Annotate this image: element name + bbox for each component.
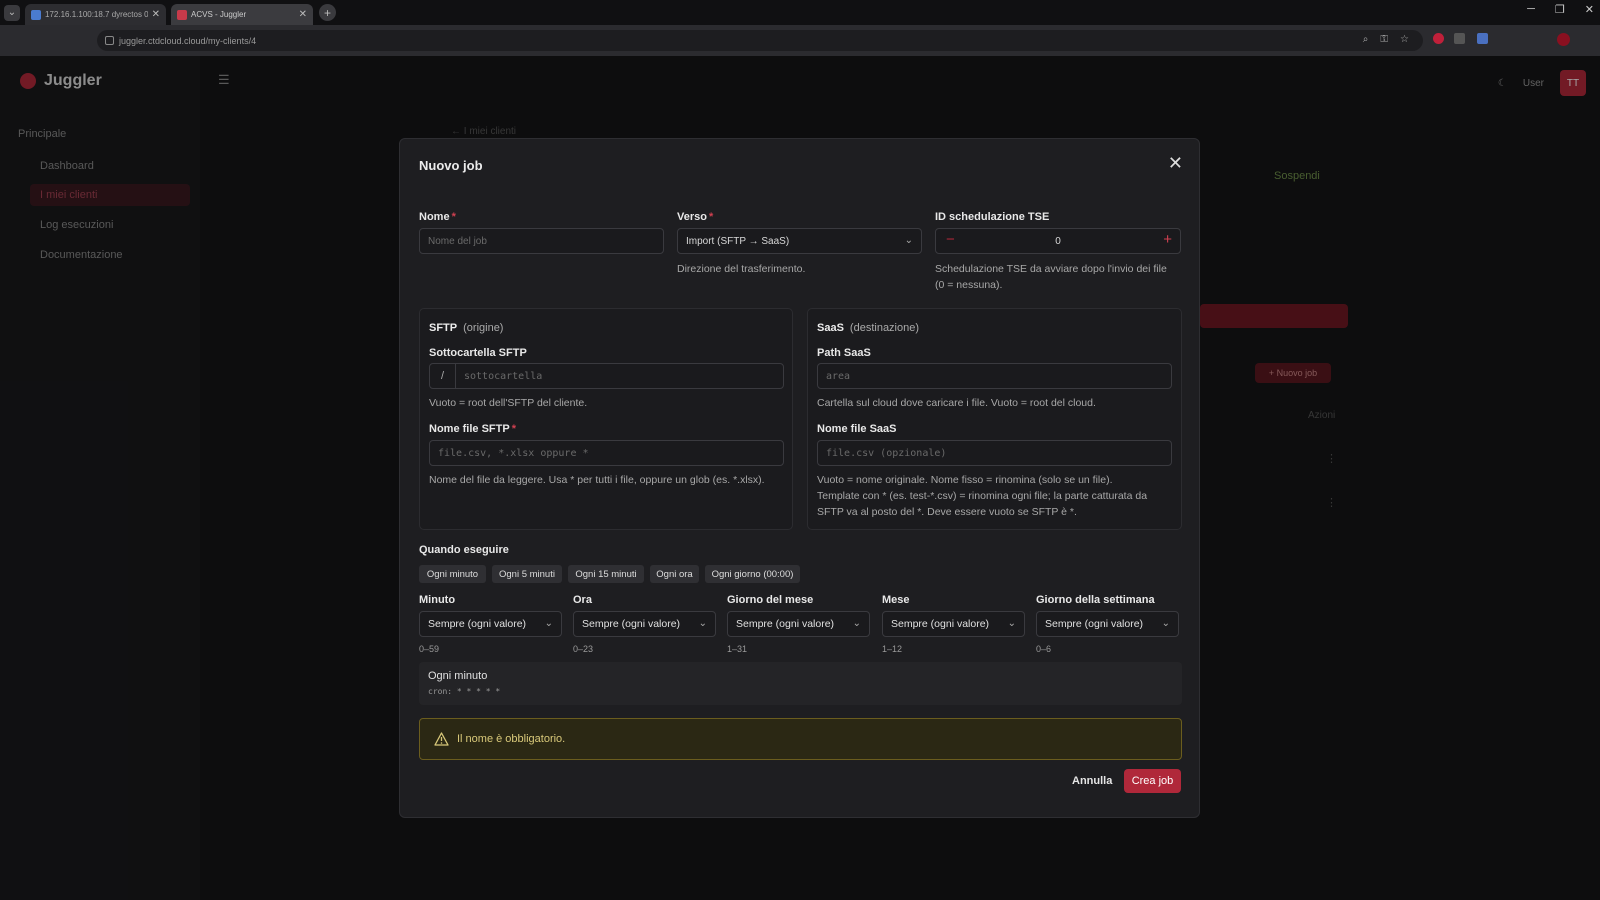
sftp-panel: SFTP (origine) Sottocartella SFTP / sotto…: [419, 308, 793, 530]
name-input[interactable]: Nome del job: [419, 228, 664, 254]
tse-help-2: (0 = nessuna).: [935, 279, 1003, 291]
schedule-summary: Ogni minuto cron: * * * * *: [419, 662, 1182, 705]
cron-expression: cron: * * * * *: [428, 687, 501, 696]
tab-favicon-icon: [177, 9, 187, 20]
saas-panel: SaaS (destinazione) Path SaaS area Cartel…: [807, 308, 1182, 530]
close-icon[interactable]: ✕: [1168, 153, 1183, 174]
preset-every-5-minutes[interactable]: Ogni 5 minuti: [492, 565, 562, 583]
tab-favicon-icon: [31, 9, 41, 20]
month-select[interactable]: Sempre (ogni valore) ⌄: [882, 611, 1025, 637]
schedule-summary-text: Ogni minuto: [428, 670, 488, 682]
day-of-week-select[interactable]: Sempre (ogni valore) ⌄: [1036, 611, 1179, 637]
direction-label: Verso *: [677, 211, 714, 223]
preset-every-hour[interactable]: Ogni ora: [650, 565, 699, 583]
saas-path-help: Cartella sul cloud dove caricare i file.…: [817, 397, 1096, 409]
validation-alert: Il nome è obbligatorio.: [419, 718, 1182, 760]
tse-stepper[interactable]: − 0 +: [935, 228, 1181, 254]
extension-icon[interactable]: [1433, 33, 1444, 44]
folder-prefix: /: [430, 364, 456, 388]
create-job-button[interactable]: Crea job: [1124, 769, 1181, 793]
site-info-icon[interactable]: [105, 36, 114, 45]
warning-icon: [434, 732, 449, 746]
day-of-week-range: 0–6: [1036, 644, 1052, 654]
zoom-icon[interactable]: ⌕: [1363, 34, 1369, 45]
chevron-down-icon: ⌄: [544, 618, 553, 629]
tab-title: 172.16.1.100:18.7 dyrectos 0: [45, 10, 148, 19]
minute-label: Minuto: [419, 594, 456, 606]
sftp-panel-header: SFTP (origine): [429, 322, 504, 334]
browser-tab[interactable]: 172.16.1.100:18.7 dyrectos 0 ✕: [25, 4, 166, 25]
tse-help-1: Schedulazione TSE da avviare dopo l'invi…: [935, 263, 1167, 275]
cancel-button[interactable]: Annulla: [1072, 775, 1112, 787]
day-of-month-label: Giorno del mese: [727, 594, 814, 606]
tse-value: 0: [1055, 235, 1061, 247]
chevron-down-icon: ⌄: [904, 235, 913, 246]
bookmark-star-icon[interactable]: ☆: [1400, 34, 1409, 45]
url-text: juggler.ctdcloud.cloud/my-clients/4: [119, 35, 257, 46]
hour-label: Ora: [573, 594, 592, 606]
day-of-week-label: Giorno della settimana: [1036, 594, 1155, 606]
window-controls: ─ ❐ ✕: [1527, 3, 1594, 16]
extension-icon[interactable]: [1454, 33, 1465, 44]
browser-tab-active[interactable]: ACVS - Juggler ✕: [171, 4, 313, 25]
month-range: 1–12: [882, 644, 903, 654]
sftp-folder-input[interactable]: / sottocartella: [429, 363, 784, 389]
minute-range: 0–59: [419, 644, 440, 654]
chevron-down-icon: ⌄: [1007, 618, 1016, 629]
preset-every-15-minutes[interactable]: Ogni 15 minuti: [568, 565, 644, 583]
direction-select[interactable]: Import (SFTP → SaaS) ⌄: [677, 228, 922, 254]
sftp-file-input[interactable]: file.csv, *.xlsx oppure *: [429, 440, 784, 466]
saas-file-input[interactable]: file.csv (opzionale): [817, 440, 1172, 466]
tab-search-icon[interactable]: ⌄: [4, 4, 20, 21]
tab-close-icon[interactable]: ✕: [299, 9, 307, 20]
minimize-icon[interactable]: ─: [1527, 3, 1535, 16]
direction-value: Import (SFTP → SaaS): [686, 235, 790, 247]
minus-icon[interactable]: −: [946, 231, 955, 248]
saas-file-help-1: Vuoto = nome originale. Nome fisso = rin…: [817, 474, 1113, 486]
maximize-icon[interactable]: ❐: [1555, 3, 1565, 16]
extension-icon[interactable]: [1477, 33, 1488, 44]
schedule-label: Quando eseguire: [419, 544, 509, 556]
tab-close-icon[interactable]: ✕: [152, 9, 160, 20]
chevron-down-icon: ⌄: [1161, 618, 1170, 629]
sftp-file-help: Nome del file da leggere. Usa * per tutt…: [429, 474, 765, 486]
month-label: Mese: [882, 594, 910, 606]
window-close-icon[interactable]: ✕: [1585, 3, 1594, 16]
new-job-dialog: Nuovo job ✕ Nome * Nome del job Verso * Im…: [399, 138, 1200, 818]
plus-icon[interactable]: +: [1163, 231, 1172, 248]
minute-select[interactable]: Sempre (ogni valore) ⌄: [419, 611, 562, 637]
profile-avatar[interactable]: [1557, 33, 1570, 46]
sftp-folder-label: Sottocartella SFTP: [429, 347, 527, 359]
day-of-month-range: 1–31: [727, 644, 748, 654]
saas-panel-header: SaaS (destinazione): [817, 322, 920, 334]
preset-every-minute[interactable]: Ogni minuto: [419, 565, 486, 583]
preset-every-day[interactable]: Ogni giorno (00:00): [705, 565, 800, 583]
sftp-folder-help: Vuoto = root dell'SFTP del cliente.: [429, 397, 588, 409]
dialog-title: Nuovo job: [419, 158, 483, 173]
saas-file-help-2: Template con * (es. test-*.csv) = rinomi…: [817, 490, 1148, 502]
direction-help: Direzione del trasferimento.: [677, 263, 806, 275]
chevron-down-icon: ⌄: [698, 618, 707, 629]
chevron-down-icon: ⌄: [852, 618, 861, 629]
saas-path-input[interactable]: area: [817, 363, 1172, 389]
address-bar-row: juggler.ctdcloud.cloud/my-clients/4 ⌕ ⚿ …: [0, 25, 1600, 56]
saas-file-label: Nome file SaaS: [817, 423, 897, 435]
hour-select[interactable]: Sempre (ogni valore) ⌄: [573, 611, 716, 637]
address-bar[interactable]: juggler.ctdcloud.cloud/my-clients/4 ⌕ ⚿ …: [97, 30, 1423, 51]
tab-title: ACVS - Juggler: [191, 10, 247, 19]
tse-label: ID schedulazione TSE: [935, 211, 1050, 223]
browser-tabbar: ⌄ 172.16.1.100:18.7 dyrectos 0 ✕ ACVS - …: [0, 0, 1600, 25]
alert-text: Il nome è obbligatorio.: [457, 733, 566, 745]
new-tab-icon[interactable]: +: [319, 4, 336, 21]
password-key-icon[interactable]: ⚿: [1380, 34, 1388, 45]
day-of-month-select[interactable]: Sempre (ogni valore) ⌄: [727, 611, 870, 637]
hour-range: 0–23: [573, 644, 594, 654]
saas-file-help-3: SFTP va al posto del *. Deve essere vuot…: [817, 506, 1077, 518]
saas-path-label: Path SaaS: [817, 347, 871, 359]
sftp-file-label: Nome file SFTP *: [429, 423, 516, 435]
name-label: Nome *: [419, 211, 456, 223]
